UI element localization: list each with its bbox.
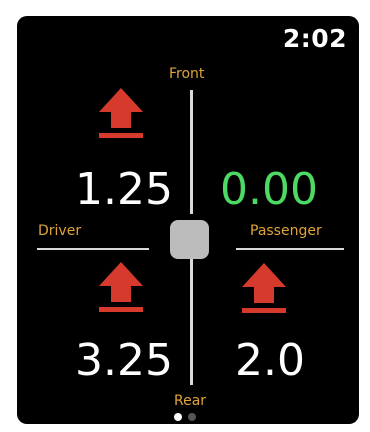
front-right-value: 0.00 — [220, 164, 318, 215]
passenger-label: Passenger — [250, 223, 322, 239]
page-dot-active[interactable] — [174, 413, 182, 421]
rear-right-value: 2.0 — [235, 335, 305, 386]
page-dot[interactable] — [188, 413, 196, 421]
front-left-value: 1.25 — [75, 164, 173, 215]
rear-label: Rear — [174, 393, 207, 409]
watch-screen: 2:02 Front Rear Driver Passenger 1.25 0.… — [17, 16, 359, 424]
driver-label: Driver — [38, 223, 82, 239]
driver-axis-line — [37, 248, 149, 250]
front-label: Front — [169, 66, 205, 82]
status-time: 2:02 — [282, 24, 347, 53]
raise-up-arrow-icon[interactable] — [98, 260, 144, 314]
level-center-knob[interactable] — [170, 220, 209, 259]
rear-axis-line — [190, 257, 193, 385]
rear-left-value: 3.25 — [75, 335, 173, 386]
page-indicator[interactable] — [174, 413, 196, 421]
passenger-axis-line — [236, 248, 344, 250]
raise-up-arrow-icon[interactable] — [98, 86, 144, 140]
raise-up-arrow-icon[interactable] — [241, 261, 287, 315]
front-axis-line — [190, 90, 193, 214]
